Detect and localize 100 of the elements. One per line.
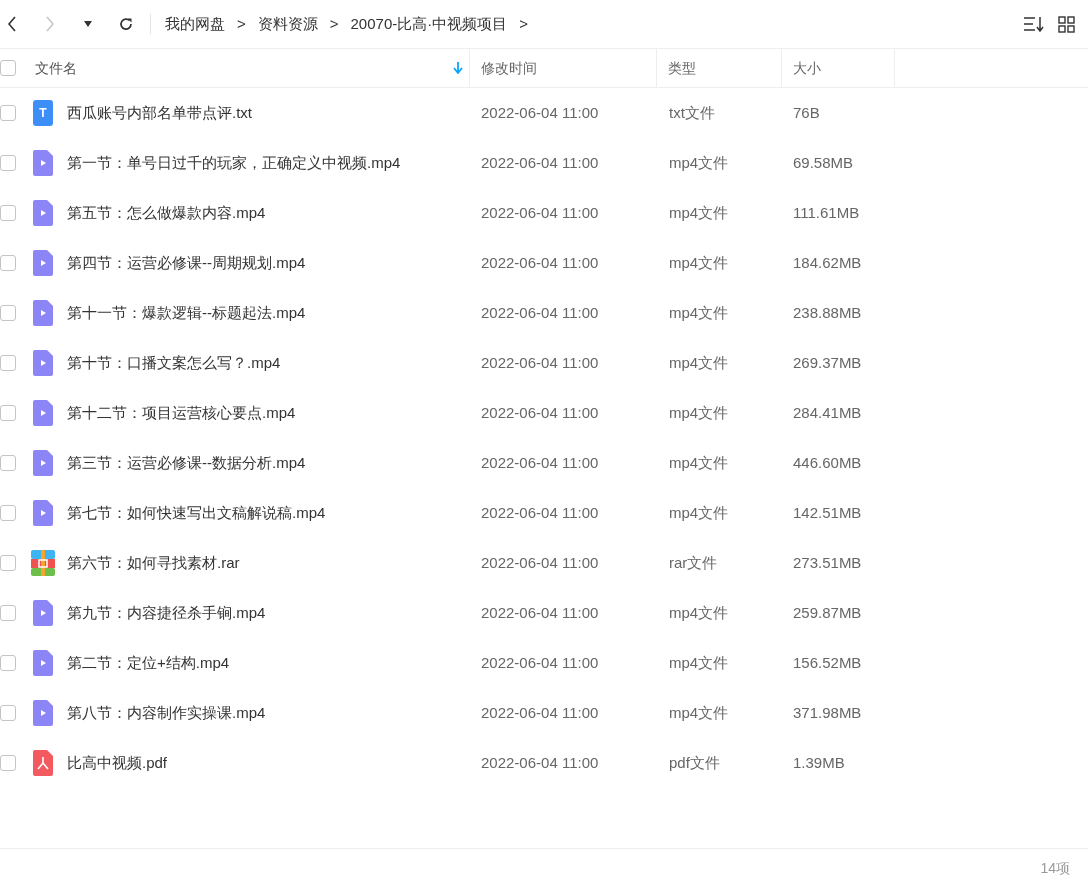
modified-time: 2022-06-04 11:00 [480, 652, 600, 673]
file-name[interactable]: 第十节：口播文案怎么写？.mp4 [67, 351, 281, 375]
row-checkbox[interactable] [0, 655, 16, 671]
file-type: mp4文件 [668, 452, 730, 473]
row-checkbox[interactable] [0, 755, 16, 771]
file-type: mp4文件 [668, 402, 730, 423]
file-name[interactable]: 西瓜账号内部名单带点评.txt [67, 101, 252, 125]
modified-time: 2022-06-04 11:00 [480, 552, 600, 573]
row-checkbox[interactable] [0, 705, 16, 721]
item-count: 14项 [1040, 859, 1070, 878]
file-row[interactable]: 第十节：口播文案怎么写？.mp4 2022-06-04 11:00 mp4文件 269.37MB [0, 338, 1088, 388]
column-header[interactable]: 类型 [668, 57, 696, 79]
row-checkbox[interactable] [0, 555, 16, 571]
file-row[interactable]: 比高中视频.pdf 2022-06-04 11:00 pdf文件 1.39MB [0, 738, 1088, 788]
file-type: txt文件 [668, 102, 716, 123]
file-row[interactable]: T 西瓜账号内部名单带点评.txt 2022-06-04 11:00 txt文件 76B [0, 88, 1088, 138]
file-row[interactable]: 第二节：定位+结构.mp4 2022-06-04 11:00 mp4文件 156.52MB [0, 638, 1088, 688]
video-file-icon [33, 700, 53, 726]
file-type: mp4文件 [668, 652, 730, 673]
file-row[interactable]: 第十二节：项目运营核心要点.mp4 2022-06-04 11:00 mp4文件 284.41MB [0, 388, 1088, 438]
row-checkbox[interactable] [0, 405, 16, 421]
file-type: pdf文件 [668, 752, 721, 773]
breadcrumb-link[interactable]: 20070-比高·中视频项目 [350, 12, 508, 36]
file-row[interactable]: 第三节：运营必修课--数据分析.mp4 2022-06-04 11:00 mp4文件 446.60MB [0, 438, 1088, 488]
file-size: 76B [792, 102, 821, 123]
archive-file-icon [31, 550, 55, 576]
modified-time: 2022-06-04 11:00 [480, 752, 600, 773]
row-checkbox[interactable] [0, 255, 16, 271]
breadcrumb-separator: > [519, 13, 528, 34]
video-file-icon [33, 350, 53, 376]
breadcrumb-separator: > [237, 13, 246, 34]
file-size: 259.87MB [792, 602, 863, 623]
video-file-icon [33, 250, 53, 276]
file-name[interactable]: 第三节：运营必修课--数据分析.mp4 [67, 451, 306, 475]
video-file-icon [33, 600, 53, 626]
file-size: 284.41MB [792, 402, 863, 423]
file-size: 273.51MB [792, 552, 863, 573]
video-file-icon [33, 300, 53, 326]
file-row[interactable]: 第八节：内容制作实操课.mp4 2022-06-04 11:00 mp4文件 371.98MB [0, 688, 1088, 738]
file-name[interactable]: 第七节：如何快速写出文稿解说稿.mp4 [67, 501, 326, 525]
column-header[interactable]: 文件名 [35, 57, 77, 79]
file-size: 184.62MB [792, 252, 863, 273]
video-file-icon [33, 500, 53, 526]
modified-time: 2022-06-04 11:00 [480, 152, 600, 173]
file-type: mp4文件 [668, 202, 730, 223]
file-size: 156.52MB [792, 652, 863, 673]
file-type: rar文件 [668, 552, 719, 573]
modified-time: 2022-06-04 11:00 [480, 452, 600, 473]
row-checkbox[interactable] [0, 60, 16, 76]
file-name[interactable]: 第六节：如何寻找素材.rar [67, 551, 240, 575]
column-header[interactable]: 修改时间 [481, 57, 537, 79]
breadcrumb-link[interactable]: 资料资源 [257, 12, 318, 36]
row-checkbox[interactable] [0, 605, 16, 621]
file-row[interactable]: 第九节：内容捷径杀手锏.mp4 2022-06-04 11:00 mp4文件 259.87MB [0, 588, 1088, 638]
row-checkbox[interactable] [0, 305, 16, 321]
video-file-icon [33, 200, 53, 226]
row-checkbox[interactable] [0, 205, 16, 221]
file-type: mp4文件 [668, 152, 730, 173]
column-header[interactable]: 大小 [793, 57, 821, 79]
file-row[interactable]: 第十一节：爆款逻辑--标题起法.mp4 2022-06-04 11:00 mp4文件 238.88MB [0, 288, 1088, 338]
modified-time: 2022-06-04 11:00 [480, 102, 600, 123]
file-type: mp4文件 [668, 602, 730, 623]
file-row[interactable]: 第七节：如何快速写出文稿解说稿.mp4 2022-06-04 11:00 mp4文件 142.51MB [0, 488, 1088, 538]
file-name[interactable]: 第一节：单号日过千的玩家，正确定义中视频.mp4 [67, 151, 401, 175]
file-name[interactable]: 第四节：运营必修课--周期规划.mp4 [67, 251, 306, 275]
file-name[interactable]: 第九节：内容捷径杀手锏.mp4 [67, 601, 266, 625]
file-name[interactable]: 第十二节：项目运营核心要点.mp4 [67, 401, 296, 425]
file-name[interactable]: 第十一节：爆款逻辑--标题起法.mp4 [67, 301, 306, 325]
row-checkbox[interactable] [0, 455, 16, 471]
row-checkbox[interactable] [0, 355, 16, 371]
modified-time: 2022-06-04 11:00 [480, 302, 600, 323]
caret-down-icon [84, 21, 92, 27]
refresh-icon [118, 16, 134, 32]
video-file-icon [33, 150, 53, 176]
file-name[interactable]: 比高中视频.pdf [67, 751, 168, 775]
file-size: 269.37MB [792, 352, 863, 373]
row-checkbox[interactable] [0, 505, 16, 521]
modified-time: 2022-06-04 11:00 [480, 202, 600, 223]
file-size: 69.58MB [792, 152, 855, 173]
file-size: 111.61MB [792, 202, 861, 223]
file-row[interactable]: 第五节：怎么做爆款内容.mp4 2022-06-04 11:00 mp4文件 111.61MB [0, 188, 1088, 238]
modified-time: 2022-06-04 11:00 [480, 402, 600, 423]
row-checkbox[interactable] [0, 105, 16, 121]
sort-down-arrow-icon [453, 62, 463, 74]
video-file-icon [33, 400, 53, 426]
video-file-icon [33, 450, 53, 476]
file-row[interactable]: 第一节：单号日过千的玩家，正确定义中视频.mp4 2022-06-04 11:00 mp4文件 69.58MB [0, 138, 1088, 188]
file-name[interactable]: 第五节：怎么做爆款内容.mp4 [67, 201, 266, 225]
file-name[interactable]: 第二节：定位+结构.mp4 [67, 651, 230, 675]
file-size: 142.51MB [792, 502, 863, 523]
modified-time: 2022-06-04 11:00 [480, 252, 600, 273]
modified-time: 2022-06-04 11:00 [480, 352, 600, 373]
modified-time: 2022-06-04 11:00 [480, 502, 600, 523]
file-row[interactable]: 第六节：如何寻找素材.rar 2022-06-04 11:00 rar文件 273.51MB [0, 538, 1088, 588]
file-type: mp4文件 [668, 702, 730, 723]
breadcrumb-link[interactable]: 我的网盘 [165, 12, 225, 36]
file-row[interactable]: 第四节：运营必修课--周期规划.mp4 2022-06-04 11:00 mp4文件 184.62MB [0, 238, 1088, 288]
row-checkbox[interactable] [0, 155, 16, 171]
file-name[interactable]: 第八节：内容制作实操课.mp4 [67, 701, 266, 725]
modified-time: 2022-06-04 11:00 [480, 602, 600, 623]
